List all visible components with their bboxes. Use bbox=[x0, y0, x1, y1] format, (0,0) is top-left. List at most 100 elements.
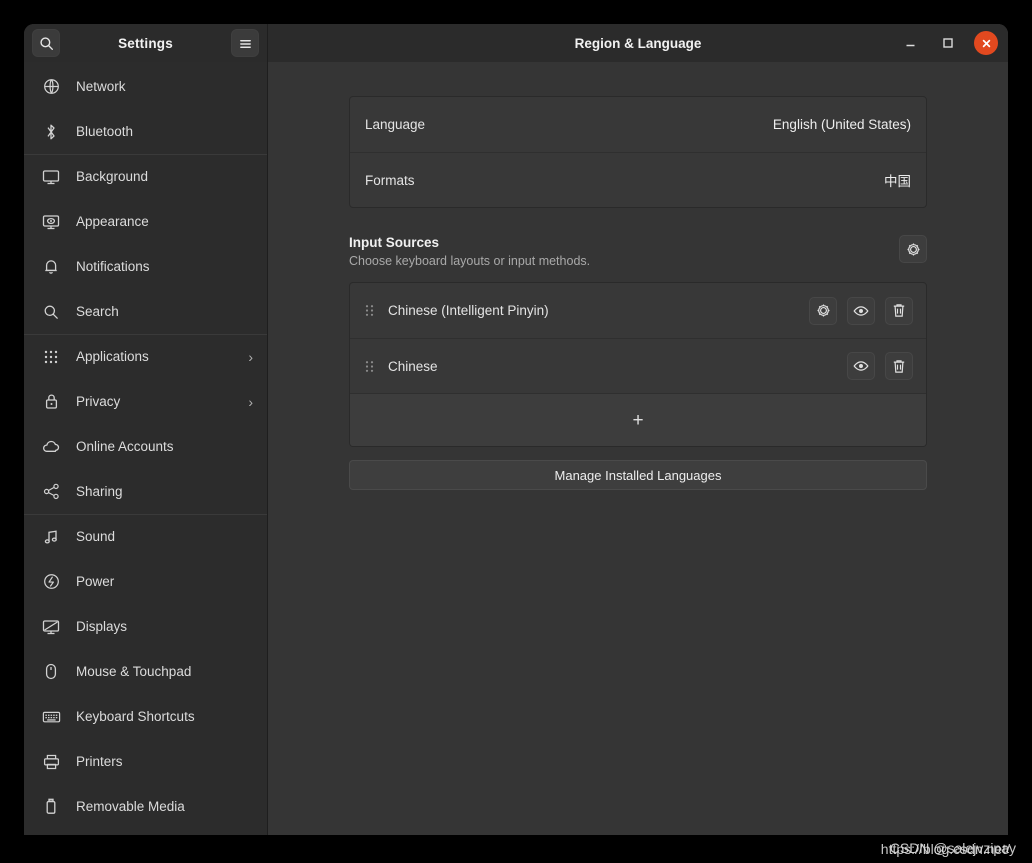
sidebar-item-label: Sound bbox=[76, 528, 116, 544]
sidebar-item-label: Mouse & Touchpad bbox=[76, 663, 192, 679]
minimize-icon bbox=[904, 37, 917, 50]
sidebar-item-label: Notifications bbox=[76, 258, 150, 274]
manage-installed-languages-button[interactable]: Manage Installed Languages bbox=[349, 460, 927, 490]
power-icon bbox=[40, 571, 62, 593]
sidebar-item-power[interactable]: Power bbox=[24, 559, 267, 604]
keyboard-icon bbox=[40, 706, 62, 728]
menu-button[interactable] bbox=[231, 29, 259, 57]
sidebar-item-label: Keyboard Shortcuts bbox=[76, 708, 195, 724]
add-input-source-button[interactable]: + bbox=[350, 393, 926, 446]
chevron-right-icon: › bbox=[248, 393, 253, 410]
sidebar-item-label: Appearance bbox=[76, 213, 149, 229]
sidebar-item-label: Displays bbox=[76, 618, 128, 634]
sidebar-item-label: Search bbox=[76, 303, 119, 319]
sidebar-item-privacy[interactable]: Privacy › bbox=[24, 379, 267, 424]
sidebar-item-label: Sharing bbox=[76, 483, 123, 499]
drag-handle-icon[interactable] bbox=[360, 304, 378, 317]
input-source-view-layout-button[interactable] bbox=[847, 296, 875, 325]
input-sources-settings-button[interactable] bbox=[899, 235, 927, 263]
page-title: Region & Language bbox=[574, 35, 702, 51]
input-sources-title: Input Sources bbox=[349, 235, 440, 250]
sidebar-item-removable-media[interactable]: Removable Media bbox=[24, 784, 267, 829]
sidebar-item-search[interactable]: Search bbox=[24, 289, 267, 334]
input-source-preferences-button[interactable] bbox=[809, 296, 837, 325]
lock-icon bbox=[40, 391, 62, 413]
sidebar-item-keyboard-shortcuts[interactable]: Keyboard Shortcuts bbox=[24, 694, 267, 739]
sidebar-item-label: Privacy bbox=[76, 393, 121, 409]
sidebar-item-network[interactable]: Network bbox=[24, 64, 267, 109]
mouse-icon bbox=[40, 661, 62, 683]
input-sources-card: Chinese (Intelligent Pinyin) Chinese + bbox=[349, 282, 927, 447]
search-button[interactable] bbox=[32, 29, 60, 57]
screen: Settings Network Bluetooth Background Ap… bbox=[0, 0, 1032, 863]
sidebar-item-label: Online Accounts bbox=[76, 438, 174, 454]
sidebar-item-sharing[interactable]: Sharing bbox=[24, 469, 267, 514]
hamburger-menu-icon bbox=[238, 37, 253, 50]
minimize-button[interactable] bbox=[898, 31, 922, 55]
maximize-button[interactable] bbox=[936, 31, 960, 55]
language-label: Language bbox=[365, 117, 426, 132]
window-controls bbox=[898, 31, 998, 55]
language-card: Language English (United States) Formats… bbox=[349, 96, 927, 208]
printer-icon bbox=[40, 751, 62, 773]
music-note-icon bbox=[40, 526, 62, 548]
sidebar-item-bluetooth[interactable]: Bluetooth bbox=[24, 109, 267, 154]
usb-drive-icon bbox=[40, 796, 62, 818]
monitor-eye-icon bbox=[40, 211, 62, 233]
search-icon bbox=[39, 36, 54, 51]
plus-icon: + bbox=[632, 409, 644, 431]
sidebar-item-label: Bluetooth bbox=[76, 123, 134, 139]
sidebar-item-mouse-touchpad[interactable]: Mouse & Touchpad bbox=[24, 649, 267, 694]
sidebar-item-applications[interactable]: Applications › bbox=[24, 334, 267, 379]
eye-icon bbox=[853, 360, 869, 372]
sidebar-item-list: Network Bluetooth Background Appearance … bbox=[24, 62, 267, 835]
input-source-row[interactable]: Chinese bbox=[350, 338, 926, 393]
eye-icon bbox=[853, 305, 869, 317]
display-icon bbox=[40, 616, 62, 638]
close-button[interactable] bbox=[974, 31, 998, 55]
sidebar-item-label: Network bbox=[76, 78, 126, 94]
settings-window: Settings Network Bluetooth Background Ap… bbox=[24, 24, 1008, 835]
search-icon bbox=[40, 301, 62, 323]
input-source-remove-button[interactable] bbox=[885, 352, 913, 380]
watermark-author: CSDN @salejvzipay bbox=[889, 840, 1016, 856]
formats-label: Formats bbox=[365, 172, 415, 188]
input-source-name: Chinese bbox=[388, 358, 438, 374]
sidebar-item-background[interactable]: Background bbox=[24, 154, 267, 199]
sidebar: Settings Network Bluetooth Background Ap… bbox=[24, 24, 268, 835]
input-source-row[interactable]: Chinese (Intelligent Pinyin) bbox=[350, 283, 926, 338]
sidebar-item-label: Power bbox=[76, 573, 115, 589]
input-sources-header: Input Sources Choose keyboard layouts or… bbox=[349, 235, 927, 268]
sidebar-item-displays[interactable]: Displays bbox=[24, 604, 267, 649]
gear-icon bbox=[816, 303, 831, 318]
bell-icon bbox=[40, 256, 62, 278]
watermark-url: https://blog.csdn.net/ bbox=[880, 841, 1010, 857]
cloud-icon bbox=[40, 436, 62, 458]
input-source-remove-button[interactable] bbox=[885, 296, 913, 325]
sidebar-item-printers[interactable]: Printers bbox=[24, 739, 267, 784]
input-source-view-layout-button[interactable] bbox=[847, 352, 875, 380]
sidebar-item-sound[interactable]: Sound bbox=[24, 514, 267, 559]
drag-handle-icon[interactable] bbox=[360, 360, 378, 373]
chevron-right-icon: › bbox=[248, 348, 253, 365]
bluetooth-icon bbox=[40, 121, 62, 143]
sidebar-item-notifications[interactable]: Notifications bbox=[24, 244, 267, 289]
input-sources-subtitle: Choose keyboard layouts or input methods… bbox=[349, 254, 591, 268]
sidebar-header: Settings bbox=[24, 24, 267, 62]
sidebar-item-appearance[interactable]: Appearance bbox=[24, 199, 267, 244]
sidebar-item-label: Background bbox=[76, 168, 149, 184]
trash-icon bbox=[892, 359, 906, 374]
sidebar-item-label: Applications bbox=[76, 348, 149, 364]
sidebar-item-online-accounts[interactable]: Online Accounts bbox=[24, 424, 267, 469]
globe-icon bbox=[40, 76, 62, 98]
input-source-actions bbox=[809, 296, 913, 325]
settings-panel: Language English (United States) Formats… bbox=[268, 62, 1008, 835]
content-area: Region & Language Language English (Unit… bbox=[268, 24, 1008, 835]
window-titlebar: Region & Language bbox=[268, 24, 1008, 62]
formats-row[interactable]: Formats 中国 bbox=[350, 152, 926, 207]
formats-value: 中国 bbox=[884, 174, 911, 189]
close-icon bbox=[981, 38, 992, 49]
language-row[interactable]: Language English (United States) bbox=[350, 97, 926, 152]
sidebar-item-label: Removable Media bbox=[76, 798, 185, 814]
maximize-icon bbox=[942, 37, 954, 49]
